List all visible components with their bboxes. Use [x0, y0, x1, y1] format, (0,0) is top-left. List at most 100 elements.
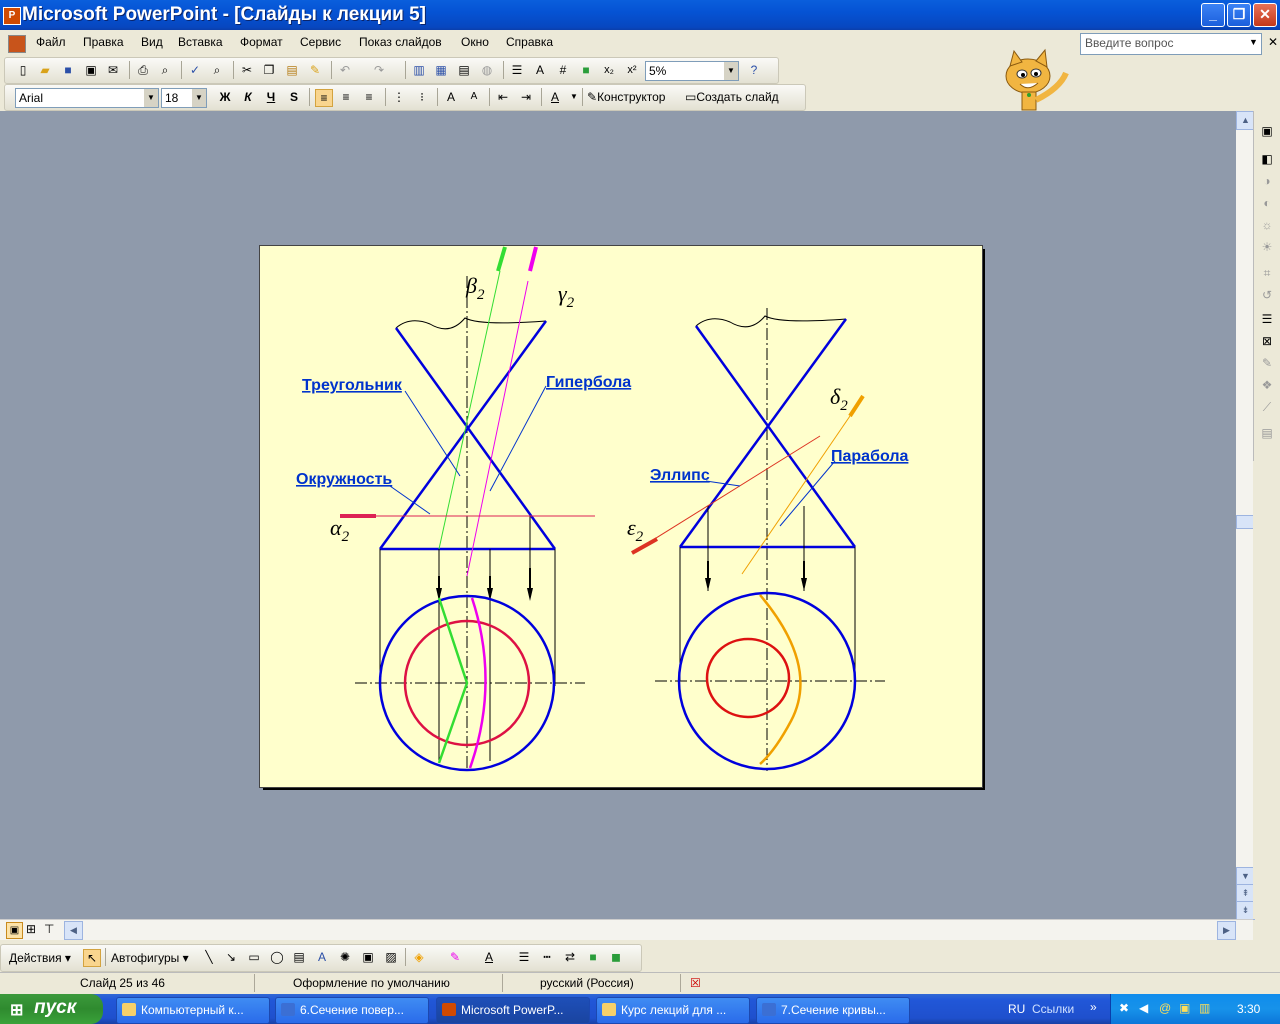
slide-canvas[interactable]: β2 γ2 α2 δ2 ε2 Треугольник Гипербола Окр…	[259, 245, 983, 788]
contrast-up-icon[interactable]: ◑	[1259, 173, 1275, 189]
menu-help[interactable]: Справка	[506, 35, 553, 49]
insert-picture-icon[interactable]: ▣	[1259, 123, 1275, 139]
tray-icon-volume[interactable]: ◀	[1139, 1001, 1148, 1015]
save-icon[interactable]: ■	[60, 62, 76, 78]
contrast-down-icon[interactable]: ◐	[1259, 195, 1275, 211]
menu-insert[interactable]: Вставка	[178, 35, 223, 49]
task-button[interactable]: Компьютерный к...	[116, 997, 270, 1024]
designer-button[interactable]: ✎Конструктор	[587, 90, 665, 104]
font-size-combo[interactable]: 18 ▼	[161, 88, 207, 108]
shadow-style-icon[interactable]: ■	[585, 949, 601, 965]
hyperlink-icon[interactable]: ◍	[479, 62, 495, 78]
arrow-tool-icon[interactable]: ↘	[223, 949, 239, 965]
line-color-icon[interactable]: ✎	[447, 949, 463, 965]
task-button[interactable]: Курс лекций для ...	[596, 997, 750, 1024]
brightness-up-icon[interactable]: ☼	[1259, 217, 1275, 233]
align-right-icon[interactable]: ≡	[361, 89, 377, 105]
menu-file[interactable]: Файл	[36, 35, 66, 49]
rotate-icon[interactable]: ↺	[1259, 287, 1275, 303]
subscript-icon[interactable]: x₂	[601, 62, 617, 78]
scroll-left-icon[interactable]: ◀	[64, 921, 83, 940]
font-color-icon[interactable]: A	[547, 89, 563, 105]
task-button-active[interactable]: Microsoft PowerP...	[436, 997, 590, 1024]
spelling-icon[interactable]: ✓	[187, 62, 203, 78]
print-preview-icon[interactable]: ⌕	[157, 62, 173, 78]
print-icon[interactable]: ⎙	[135, 62, 151, 78]
tray-icon-messenger[interactable]: @	[1159, 1001, 1171, 1015]
dash-style-icon[interactable]: ┅	[539, 949, 555, 965]
picture-tool-icon[interactable]: ▨	[383, 949, 399, 965]
set-transparent-icon[interactable]: ⟋	[1259, 399, 1275, 415]
links-toolbar[interactable]: Ссылки	[1032, 1002, 1074, 1016]
office-assistant-cat[interactable]	[990, 48, 1080, 114]
align-left-icon[interactable]: ≡	[315, 89, 333, 107]
help-dropdown-icon[interactable]: ▼	[1249, 37, 1258, 47]
crop-icon[interactable]: ⌗	[1259, 265, 1275, 281]
bullets-icon[interactable]: ⁝	[414, 89, 430, 105]
tray-icon-network[interactable]: ▣	[1179, 1001, 1190, 1015]
show-formatting-icon[interactable]: A	[532, 62, 548, 78]
line-style-icon[interactable]: ☰	[1259, 311, 1275, 327]
insert-table-icon[interactable]: ▦	[433, 62, 449, 78]
doc-close-icon[interactable]: ✕	[1268, 35, 1278, 49]
font-combo[interactable]: Arial ▼	[15, 88, 159, 108]
arrow-style-icon[interactable]: ⇄	[562, 949, 578, 965]
font-dropdown-icon[interactable]: ▼	[144, 89, 158, 107]
textbox-tool-icon[interactable]: ▤	[291, 949, 307, 965]
links-expand-icon[interactable]: »	[1090, 1000, 1097, 1014]
recolor-icon[interactable]: ✎	[1259, 355, 1275, 371]
task-button[interactable]: 6.Сечение повер...	[275, 997, 429, 1024]
new-icon[interactable]: ▯	[15, 62, 31, 78]
compress-icon[interactable]: ⊠	[1259, 333, 1275, 349]
line-tool-icon[interactable]: ╲	[201, 949, 217, 965]
slide-sorter-view-icon[interactable]: ⊞	[26, 922, 36, 936]
zoom-dropdown-icon[interactable]: ▼	[724, 62, 738, 80]
format-picture-icon[interactable]: ❖	[1259, 377, 1275, 393]
normal-view-icon[interactable]: ▣	[6, 922, 23, 939]
undo-icon[interactable]: ↶	[337, 62, 353, 78]
italic-button[interactable]: К	[240, 89, 256, 105]
open-icon[interactable]: ▰	[37, 62, 53, 78]
font-color-draw-icon[interactable]: A	[481, 949, 497, 965]
menu-tools[interactable]: Сервис	[300, 35, 341, 49]
insert-chart-icon[interactable]: ▥	[411, 62, 427, 78]
autoshapes-menu[interactable]: Автофигуры ▾	[111, 951, 189, 965]
line-style-draw-icon[interactable]: ☰	[516, 949, 532, 965]
show-grid-icon[interactable]: #	[555, 62, 571, 78]
maximize-button[interactable]: ❐	[1227, 3, 1251, 27]
menu-edit[interactable]: Правка	[83, 35, 124, 49]
align-center-icon[interactable]: ≡	[338, 89, 354, 105]
format-painter-icon[interactable]: ✎	[307, 62, 323, 78]
decrease-font-icon[interactable]: A	[466, 89, 482, 105]
bold-button[interactable]: Ж	[217, 89, 233, 105]
increase-indent-icon[interactable]: ⇥	[518, 89, 534, 105]
close-button[interactable]: ✕	[1253, 3, 1277, 27]
actions-menu[interactable]: Действия ▾	[9, 951, 71, 965]
3d-style-icon[interactable]: ◼	[608, 949, 624, 965]
paste-icon[interactable]: ▤	[284, 62, 300, 78]
redo-icon[interactable]: ↷	[371, 62, 387, 78]
rectangle-tool-icon[interactable]: ▭	[246, 949, 262, 965]
superscript-icon[interactable]: x²	[624, 62, 640, 78]
permission-icon[interactable]: ▣	[83, 62, 99, 78]
copy-icon[interactable]: ❐	[261, 62, 277, 78]
decrease-indent-icon[interactable]: ⇤	[495, 89, 511, 105]
color-grayscale-icon[interactable]: ■	[578, 62, 594, 78]
menu-window[interactable]: Окно	[461, 35, 489, 49]
horizontal-scrollbar[interactable]: ▣ ⊞ ⊤ ◀ ▶	[0, 919, 1253, 940]
font-color-dropdown-icon[interactable]: ▼	[566, 89, 582, 105]
research-icon[interactable]: ⌕	[209, 62, 225, 78]
wordart-tool-icon[interactable]: A	[314, 949, 330, 965]
select-objects-icon[interactable]: ↖	[83, 949, 101, 967]
vertical-scrollbar[interactable]: ▲ ▼ ⇞ ⇟	[1236, 111, 1255, 920]
menu-view[interactable]: Вид	[141, 35, 163, 49]
brightness-down-icon[interactable]: ☀	[1259, 239, 1275, 255]
numbering-icon[interactable]: ⋮	[391, 89, 407, 105]
powerpoint-app-icon[interactable]: P	[3, 7, 21, 25]
help-search-input[interactable]: Введите вопрос	[1080, 33, 1262, 55]
new-slide-button[interactable]: ▭Создать слайд	[685, 90, 779, 104]
clipart-tool-icon[interactable]: ▣	[360, 949, 376, 965]
increase-font-icon[interactable]: A	[443, 89, 459, 105]
email-icon[interactable]: ✉	[105, 62, 121, 78]
oval-tool-icon[interactable]: ◯	[269, 949, 285, 965]
